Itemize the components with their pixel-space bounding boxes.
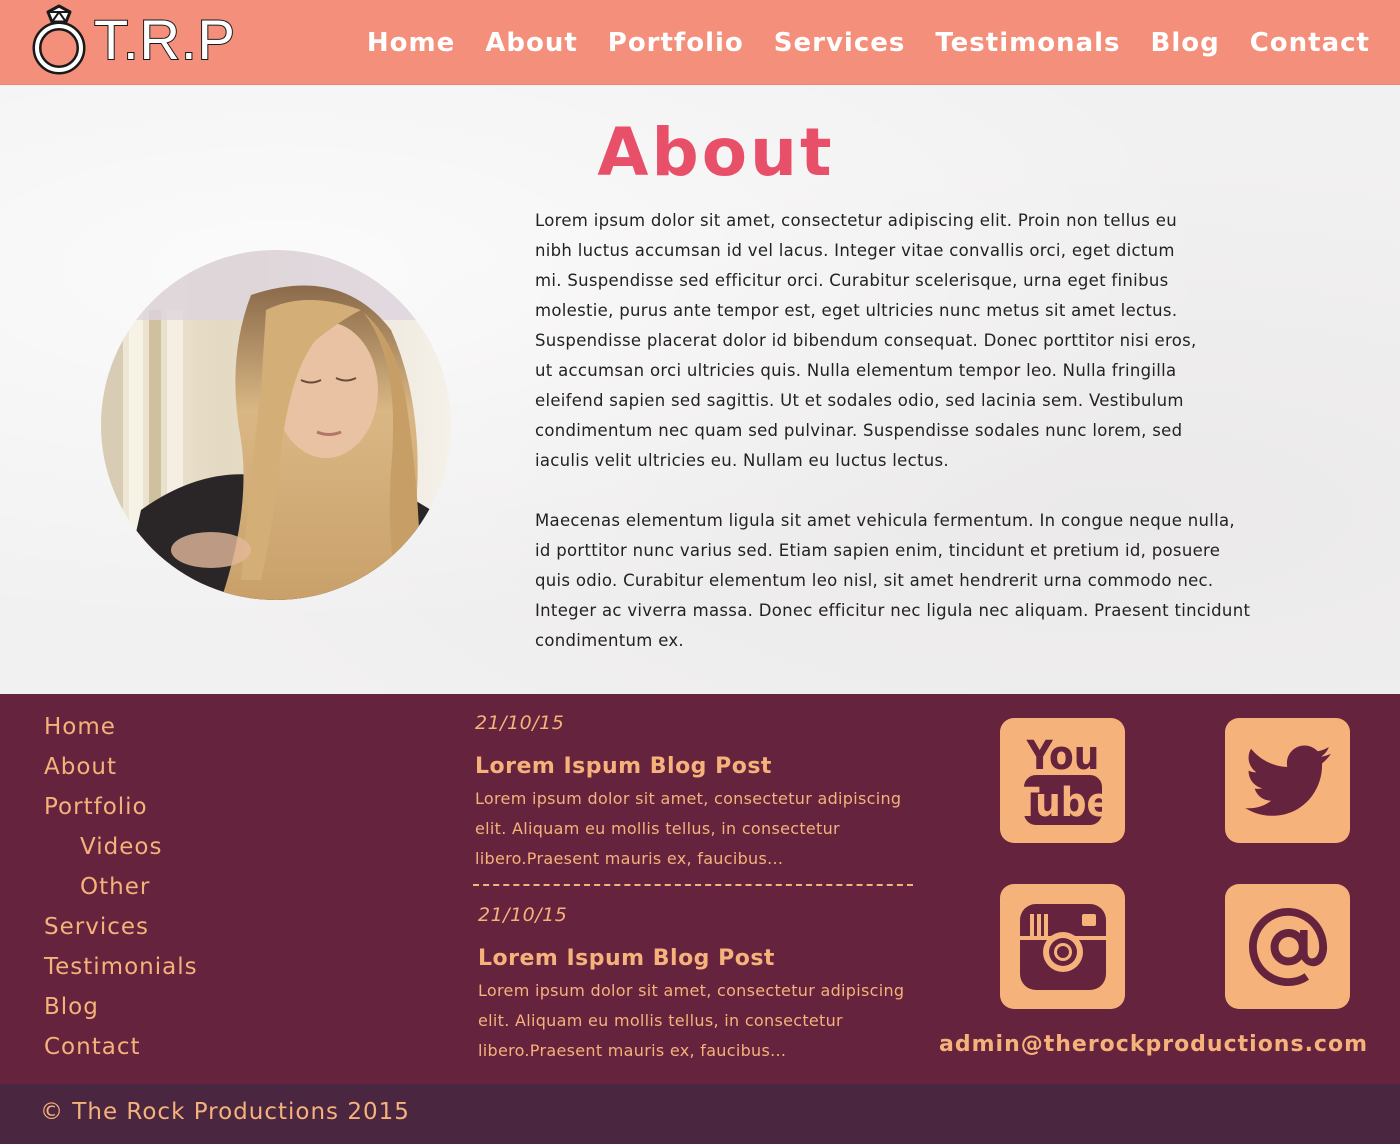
post-excerpt: Lorem ipsum dolor sit amet, consectetur … bbox=[478, 981, 905, 1060]
youtube-text-you: You bbox=[1025, 733, 1099, 779]
site-footer: Home About Portfolio Videos Other Servic… bbox=[0, 694, 1400, 1084]
nav-home[interactable]: Home bbox=[367, 28, 455, 58]
twitter-icon bbox=[1244, 745, 1331, 816]
page-title: About bbox=[597, 114, 835, 191]
nav-services[interactable]: Services bbox=[774, 28, 906, 58]
post-excerpt: Lorem ipsum dolor sit amet, consectetur … bbox=[475, 789, 902, 868]
youtube-button[interactable]: You Tube bbox=[1000, 718, 1125, 843]
youtube-icon: You Tube bbox=[1018, 733, 1108, 826]
footer-nav-contact[interactable]: Contact bbox=[44, 1030, 198, 1070]
nav-blog[interactable]: Blog bbox=[1151, 28, 1220, 58]
nav-about[interactable]: About bbox=[485, 28, 578, 58]
email-button[interactable] bbox=[1225, 884, 1350, 1009]
post-divider bbox=[473, 884, 913, 886]
copyright-text: © The Rock Productions 2015 bbox=[40, 1099, 410, 1125]
footer-nav-videos[interactable]: Videos bbox=[44, 830, 198, 870]
main-nav: Home About Portfolio Services Testimonal… bbox=[367, 0, 1370, 85]
copyright-bar: © The Rock Productions 2015 bbox=[0, 1084, 1400, 1144]
twitter-button[interactable] bbox=[1225, 718, 1350, 843]
instagram-icon bbox=[1019, 903, 1106, 990]
about-paragraph-2: Maecenas elementum ligula sit amet vehic… bbox=[535, 511, 1251, 650]
nav-testimonials[interactable]: Testimonals bbox=[935, 28, 1120, 58]
post-date: 21/10/15 bbox=[475, 712, 565, 734]
logo-text: T.R.P bbox=[93, 7, 236, 72]
blog-post: 21/10/15 Lorem Ispum Blog Post Lorem ips… bbox=[478, 900, 928, 1066]
footer-nav-services[interactable]: Services bbox=[44, 910, 198, 950]
nav-contact[interactable]: Contact bbox=[1250, 28, 1370, 58]
youtube-text-tube: Tube bbox=[1018, 780, 1108, 826]
site-header: T.R.P Home About Portfolio Services Test… bbox=[0, 0, 1400, 85]
nav-portfolio[interactable]: Portfolio bbox=[608, 28, 744, 58]
footer-nav-other[interactable]: Other bbox=[44, 870, 198, 910]
instagram-button[interactable] bbox=[1000, 884, 1125, 1009]
ring-icon bbox=[32, 4, 86, 75]
post-title-link[interactable]: Lorem Ispum Blog Post bbox=[478, 944, 928, 974]
email-at-icon bbox=[1248, 907, 1327, 986]
post-title-link[interactable]: Lorem Ispum Blog Post bbox=[475, 752, 925, 782]
footer-nav-portfolio[interactable]: Portfolio bbox=[44, 790, 198, 830]
blog-post: 21/10/15 Lorem Ispum Blog Post Lorem ips… bbox=[475, 708, 925, 874]
site-logo[interactable]: T.R.P bbox=[28, 4, 236, 76]
about-section: About Lorem ipsum dolor sit amet, consec… bbox=[0, 86, 1400, 694]
footer-nav-testimonials[interactable]: Testimonials bbox=[44, 950, 198, 990]
profile-photo bbox=[101, 250, 451, 600]
about-paragraph-1: Lorem ipsum dolor sit amet, consectetur … bbox=[535, 211, 1197, 470]
post-date: 21/10/15 bbox=[478, 904, 568, 926]
footer-nav: Home About Portfolio Videos Other Servic… bbox=[44, 710, 198, 1070]
footer-nav-about[interactable]: About bbox=[44, 750, 198, 790]
contact-email-link[interactable]: admin@therockproductions.com bbox=[939, 1032, 1368, 1057]
footer-nav-home[interactable]: Home bbox=[44, 710, 198, 750]
footer-nav-blog[interactable]: Blog bbox=[44, 990, 198, 1030]
